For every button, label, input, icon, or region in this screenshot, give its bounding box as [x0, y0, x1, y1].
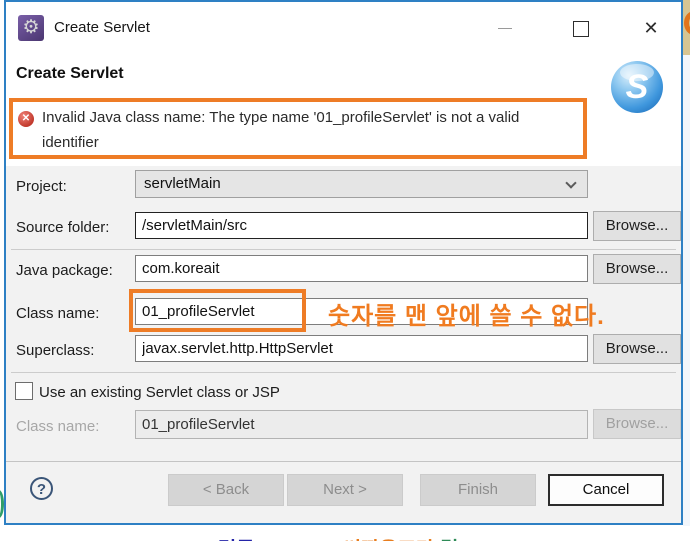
- chevron-down-icon: [565, 177, 577, 189]
- desktop-background-bottom: int print (-1)!=털글 (null) // 써땅용프라 걸: [0, 526, 690, 541]
- window-title: Create Servlet: [54, 19, 150, 36]
- wizard-header: Create Servlet S ✕ Invalid Java class na…: [6, 55, 681, 166]
- existing-class-browse-button: Browse...: [593, 409, 681, 439]
- project-combo[interactable]: servletMain: [135, 170, 588, 198]
- finish-button: Finish: [420, 474, 536, 506]
- use-existing-label: Use an existing Servlet class or JSP: [39, 384, 280, 401]
- title-bar[interactable]: ⚙ Create Servlet ✕: [6, 2, 681, 55]
- source-folder-browse-button[interactable]: Browse...: [593, 211, 681, 241]
- java-package-input[interactable]: [135, 255, 588, 282]
- close-icon: ✕: [643, 18, 659, 38]
- desktop-background-topright: [683, 0, 690, 55]
- close-button[interactable]: ✕: [628, 8, 674, 48]
- page-title: Create Servlet: [16, 65, 124, 82]
- korean-annotation-note: 숫자를 맨 앞에 쓸 수 없다.: [328, 303, 605, 330]
- project-combo-value: servletMain: [144, 175, 221, 192]
- use-existing-checkbox[interactable]: [15, 382, 33, 400]
- background-orange-annotation-fragment: [684, 11, 690, 35]
- superclass-input[interactable]: [135, 335, 588, 362]
- java-package-browse-button[interactable]: Browse...: [593, 254, 681, 284]
- source-folder-label: Source folder:: [16, 219, 110, 236]
- logo-letter: S: [625, 68, 649, 106]
- existing-class-name-label: Class name:: [16, 418, 100, 435]
- help-glyph: ?: [36, 481, 47, 498]
- maximize-button[interactable]: [557, 8, 603, 48]
- error-annotation-box: ✕ Invalid Java class name: The type name…: [9, 98, 587, 159]
- project-label: Project:: [16, 178, 67, 195]
- java-package-label: Java package:: [16, 262, 113, 279]
- form-area: Project: servletMain Source folder: Brow…: [6, 166, 681, 464]
- superclass-label: Superclass:: [16, 342, 95, 359]
- error-x-glyph: ✕: [21, 113, 31, 124]
- next-button: Next >: [287, 474, 403, 506]
- back-button: < Back: [168, 474, 284, 506]
- desktop-background-right: [683, 55, 690, 526]
- help-icon[interactable]: ?: [30, 477, 53, 500]
- gear-icon: ⚙: [18, 15, 44, 41]
- error-message: Invalid Java class name: The type name '…: [42, 109, 520, 151]
- source-folder-input[interactable]: [135, 212, 588, 239]
- button-bar: ? < Back Next > Finish Cancel: [6, 461, 681, 523]
- separator: [11, 249, 676, 250]
- superclass-browse-button[interactable]: Browse...: [593, 334, 681, 364]
- create-servlet-dialog: ⚙ Create Servlet ✕ Create Servlet S ✕ In…: [4, 0, 683, 525]
- cancel-button[interactable]: Cancel: [548, 474, 664, 506]
- minimize-button[interactable]: [482, 8, 528, 48]
- class-name-annotation-box: [129, 289, 306, 332]
- error-icon: ✕: [18, 111, 34, 127]
- class-name-label: Class name:: [16, 305, 100, 322]
- servlet-logo-icon: S: [611, 61, 663, 113]
- clipped-editor-text: int print (-1)!=털글 (null) // 써땅용프라 걸: [44, 533, 458, 541]
- existing-class-name-input: [135, 410, 588, 439]
- gear-glyph: ⚙: [22, 17, 40, 38]
- separator: [11, 372, 676, 373]
